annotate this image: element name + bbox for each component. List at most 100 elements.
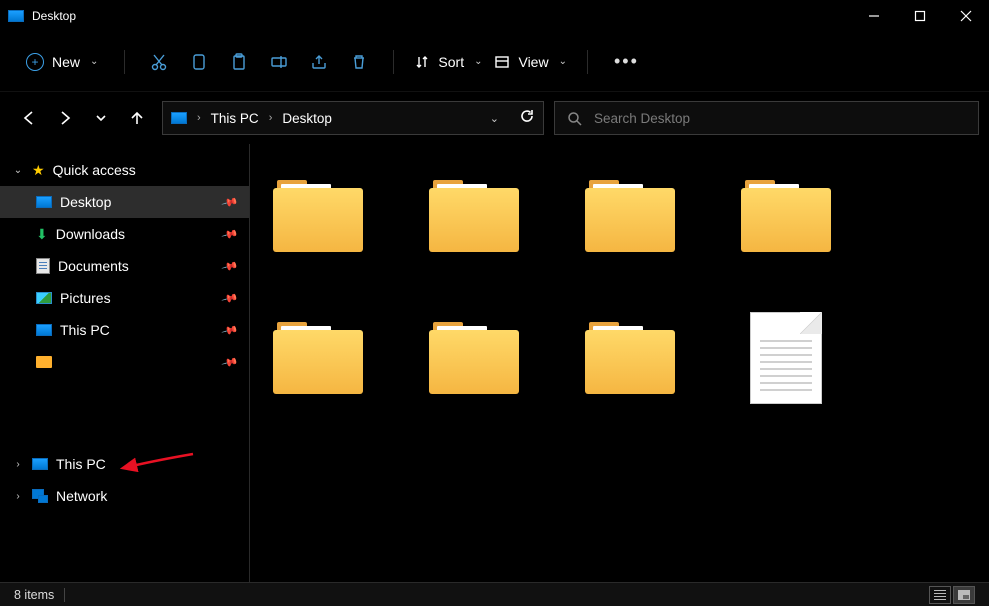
maximize-button[interactable] bbox=[897, 0, 943, 32]
sidebar-item-label: This PC bbox=[60, 322, 110, 338]
folder-icon bbox=[273, 180, 363, 252]
sidebar: ⌄ ★ Quick access Desktop 📌 ⬇ Downloads 📌… bbox=[0, 144, 250, 584]
refresh-button[interactable] bbox=[519, 108, 535, 129]
sort-label: Sort bbox=[438, 54, 464, 70]
back-button[interactable] bbox=[20, 109, 38, 127]
close-button[interactable] bbox=[943, 0, 989, 32]
sort-button[interactable]: Sort ⌄ bbox=[408, 50, 488, 74]
separator bbox=[587, 50, 588, 74]
separator bbox=[64, 588, 65, 602]
sidebar-this-pc[interactable]: › This PC bbox=[0, 448, 249, 480]
chevron-down-icon: ⌄ bbox=[90, 56, 98, 67]
icons-view-button[interactable] bbox=[953, 586, 975, 604]
more-button[interactable]: ••• bbox=[602, 51, 651, 72]
search-icon bbox=[567, 111, 582, 126]
folder-icon bbox=[585, 180, 675, 252]
sidebar-quick-access[interactable]: ⌄ ★ Quick access bbox=[0, 154, 249, 186]
folder-icon bbox=[36, 356, 52, 368]
sidebar-network[interactable]: › Network bbox=[0, 480, 249, 512]
window-title: Desktop bbox=[32, 9, 76, 23]
separator bbox=[393, 50, 394, 74]
sidebar-item-label: Pictures bbox=[60, 290, 111, 306]
chevron-right-icon: › bbox=[12, 459, 24, 470]
cut-button[interactable] bbox=[139, 42, 179, 82]
pin-icon: 📌 bbox=[221, 289, 239, 307]
chevron-right-icon: › bbox=[12, 491, 24, 502]
sort-icon bbox=[414, 54, 430, 70]
new-button[interactable]: + New ⌄ bbox=[14, 47, 110, 77]
breadcrumb-desktop[interactable]: Desktop bbox=[282, 111, 332, 126]
chevron-right-icon: › bbox=[269, 112, 273, 124]
sidebar-label: Quick access bbox=[53, 162, 136, 178]
search-input[interactable]: Search Desktop bbox=[554, 101, 979, 135]
folder-icon bbox=[585, 322, 675, 394]
address-bar[interactable]: › This PC › Desktop ⌄ bbox=[162, 101, 544, 135]
view-icon bbox=[494, 54, 510, 70]
recent-button[interactable] bbox=[92, 109, 110, 127]
forward-button[interactable] bbox=[56, 109, 74, 127]
pc-icon bbox=[32, 458, 48, 470]
status-item-count: 8 items bbox=[14, 588, 54, 602]
search-placeholder: Search Desktop bbox=[594, 111, 690, 126]
sidebar-item-pictures[interactable]: Pictures 📌 bbox=[0, 282, 249, 314]
sidebar-item-label: Documents bbox=[58, 258, 129, 274]
sidebar-item-downloads[interactable]: ⬇ Downloads 📌 bbox=[0, 218, 249, 250]
folder-icon bbox=[741, 180, 831, 252]
share-button[interactable] bbox=[299, 42, 339, 82]
new-label: New bbox=[52, 54, 80, 70]
chevron-down-icon: ⌄ bbox=[559, 56, 567, 67]
content-area[interactable] bbox=[250, 144, 989, 584]
pin-icon: 📌 bbox=[221, 321, 239, 339]
sidebar-item-thispc[interactable]: This PC 📌 bbox=[0, 314, 249, 346]
folder-item[interactable] bbox=[268, 166, 368, 266]
sidebar-item-label: Downloads bbox=[56, 226, 125, 242]
view-button[interactable]: View ⌄ bbox=[488, 50, 572, 74]
network-icon bbox=[32, 489, 48, 503]
folder-item[interactable] bbox=[580, 166, 680, 266]
details-view-button[interactable] bbox=[929, 586, 951, 604]
pin-icon: 📌 bbox=[221, 225, 239, 243]
delete-button[interactable] bbox=[339, 42, 379, 82]
minimize-button[interactable] bbox=[851, 0, 897, 32]
folder-icon bbox=[273, 322, 363, 394]
plus-circle-icon: + bbox=[26, 53, 44, 71]
sidebar-item-label: Desktop bbox=[60, 194, 111, 210]
file-item[interactable] bbox=[736, 308, 836, 408]
folder-icon bbox=[429, 180, 519, 252]
file-icon bbox=[750, 312, 822, 404]
breadcrumb-this-pc[interactable]: This PC bbox=[211, 111, 259, 126]
pin-icon: 📌 bbox=[221, 353, 239, 371]
desktop-icon bbox=[36, 196, 52, 208]
copy-button[interactable] bbox=[179, 42, 219, 82]
statusbar: 8 items bbox=[0, 582, 989, 606]
up-button[interactable] bbox=[128, 109, 146, 127]
folder-item[interactable] bbox=[424, 308, 524, 408]
separator bbox=[124, 50, 125, 74]
sidebar-item-pinned[interactable]: 📌 bbox=[0, 346, 249, 378]
download-icon: ⬇ bbox=[36, 226, 48, 243]
pc-icon bbox=[36, 324, 52, 336]
location-icon bbox=[171, 112, 187, 124]
sidebar-item-documents[interactable]: Documents 📌 bbox=[0, 250, 249, 282]
pictures-icon bbox=[36, 292, 52, 304]
view-label: View bbox=[518, 54, 548, 70]
folder-item[interactable] bbox=[268, 308, 368, 408]
pin-icon: 📌 bbox=[221, 257, 239, 275]
folder-item[interactable] bbox=[424, 166, 524, 266]
sidebar-label: Network bbox=[56, 488, 107, 504]
rename-button[interactable] bbox=[259, 42, 299, 82]
folder-item[interactable] bbox=[580, 308, 680, 408]
history-chevron-button[interactable]: ⌄ bbox=[490, 112, 499, 125]
address-row: › This PC › Desktop ⌄ Search Desktop bbox=[0, 92, 989, 144]
app-icon bbox=[8, 10, 24, 22]
document-icon bbox=[36, 258, 50, 274]
star-icon: ★ bbox=[32, 162, 45, 179]
paste-button[interactable] bbox=[219, 42, 259, 82]
folder-icon bbox=[429, 322, 519, 394]
folder-item[interactable] bbox=[736, 166, 836, 266]
pin-icon: 📌 bbox=[221, 193, 239, 211]
titlebar: Desktop bbox=[0, 0, 989, 32]
chevron-right-icon: › bbox=[197, 112, 201, 124]
toolbar: + New ⌄ Sort ⌄ View ⌄ ••• bbox=[0, 32, 989, 92]
sidebar-item-desktop[interactable]: Desktop 📌 bbox=[0, 186, 249, 218]
